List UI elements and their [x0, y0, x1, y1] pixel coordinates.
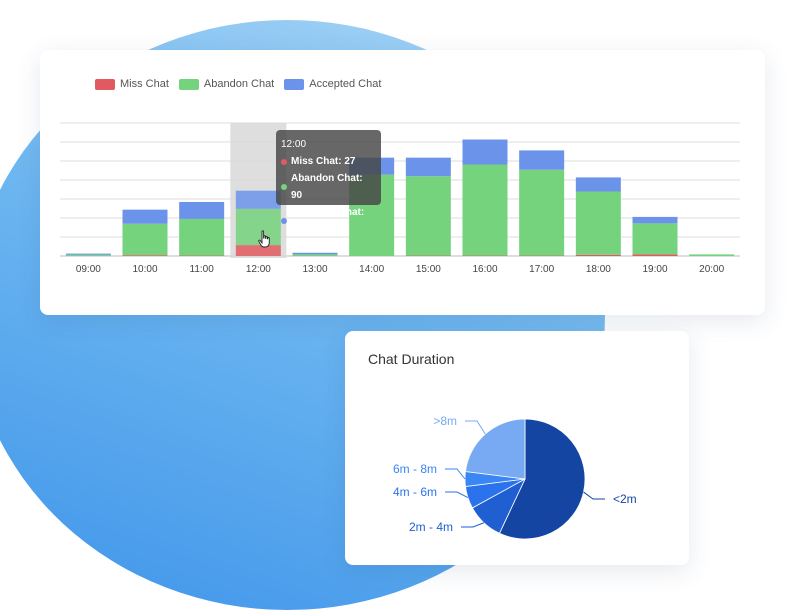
- bar-accepted-1100[interactable]: [179, 202, 224, 219]
- bar-abandon-0900[interactable]: [66, 255, 111, 256]
- pie-leader-line: [465, 421, 485, 434]
- tooltip-dot-abandon: [281, 184, 287, 190]
- pie-leader-line: [461, 523, 484, 527]
- tooltip-row-abandon: Abandon Chat: 90: [281, 170, 376, 204]
- tooltip-text-accepted: Accepted Chat: 45: [291, 204, 376, 238]
- x-tick-label: 14:00: [359, 264, 384, 275]
- x-tick-label: 13:00: [302, 264, 327, 275]
- bar-accepted-1200[interactable]: [236, 191, 281, 209]
- chat-volume-card: Miss Chat Abandon Chat Accepted Chat 09:…: [40, 50, 765, 315]
- x-tick-label: 18:00: [586, 264, 611, 275]
- bar-abandon-1100[interactable]: [179, 219, 224, 256]
- bar-accepted-0900[interactable]: [66, 254, 111, 255]
- bar-accepted-1700[interactable]: [519, 150, 564, 169]
- bar-abandon-1700[interactable]: [519, 170, 564, 256]
- tooltip-text-abandon: Abandon Chat: 90: [291, 170, 376, 204]
- bar-miss-1800[interactable]: [576, 255, 621, 256]
- chart-tooltip: 12:00 Miss Chat: 27 Abandon Chat: 90 Acc…: [276, 130, 381, 205]
- tooltip-title: 12:00: [281, 136, 376, 153]
- x-tick-label: 09:00: [76, 264, 101, 275]
- bar-accepted-1800[interactable]: [576, 177, 621, 191]
- hand-pointer-icon: [258, 230, 272, 248]
- x-tick-label: 20:00: [699, 264, 724, 275]
- bar-accepted-1300[interactable]: [293, 253, 338, 255]
- pie-label-6m-8m: 6m - 8m: [393, 462, 437, 476]
- x-tick-label: 15:00: [416, 264, 441, 275]
- bar-abandon-1500[interactable]: [406, 176, 451, 255]
- bar-abandon-2000[interactable]: [689, 254, 734, 256]
- tooltip-row-miss: Miss Chat: 27: [281, 153, 376, 170]
- pie-label-2m-4m: 2m - 4m: [409, 520, 453, 534]
- x-tick-label: 12:00: [246, 264, 271, 275]
- tooltip-dot-accepted: [281, 218, 287, 224]
- bar-abandon-1800[interactable]: [576, 192, 621, 255]
- pie-label-8m: >8m: [433, 414, 457, 428]
- pie-slice-8m[interactable]: [465, 419, 525, 479]
- x-tick-label: 10:00: [132, 264, 157, 275]
- x-tick-label: 19:00: [642, 264, 667, 275]
- x-tick-label: 11:00: [190, 264, 215, 275]
- bar-miss-1900[interactable]: [633, 254, 678, 256]
- bar-abandon-1600[interactable]: [463, 165, 508, 256]
- x-tick-label: 17:00: [529, 264, 554, 275]
- bar-accepted-1000[interactable]: [123, 210, 168, 224]
- pie-leader-line: [584, 492, 605, 499]
- pie-chart: <2m 2m - 4m 4m - 6m 6m - 8m >8m: [345, 331, 689, 565]
- bar-accepted-1900[interactable]: [633, 217, 678, 223]
- chat-duration-card: Chat Duration <2m2m - 4m4m - 6m6m - 8m>8…: [345, 331, 689, 565]
- bar-miss-1000[interactable]: [123, 255, 168, 256]
- stacked-bar-chart: 09:00 10:00 11:00 12:00 13:00 14:00 15:00 16:00…: [40, 50, 765, 315]
- tooltip-text-miss: Miss Chat: 27: [291, 153, 355, 170]
- pie-label-4m-6m: 4m - 6m: [393, 485, 437, 499]
- bar-abandon-1300[interactable]: [293, 254, 338, 256]
- bar-abandon-1900[interactable]: [633, 223, 678, 254]
- bar-abandon-1000[interactable]: [123, 224, 168, 255]
- tooltip-dot-miss: [281, 159, 287, 165]
- pie-leader-line: [445, 492, 468, 498]
- bar-accepted-1600[interactable]: [463, 140, 508, 165]
- pie-label-2m: <2m: [613, 492, 637, 506]
- bar-accepted-1500[interactable]: [406, 158, 451, 177]
- pie-leader-line: [445, 469, 465, 479]
- tooltip-row-accepted: Accepted Chat: 45: [281, 204, 376, 238]
- x-tick-label: 16:00: [472, 264, 497, 275]
